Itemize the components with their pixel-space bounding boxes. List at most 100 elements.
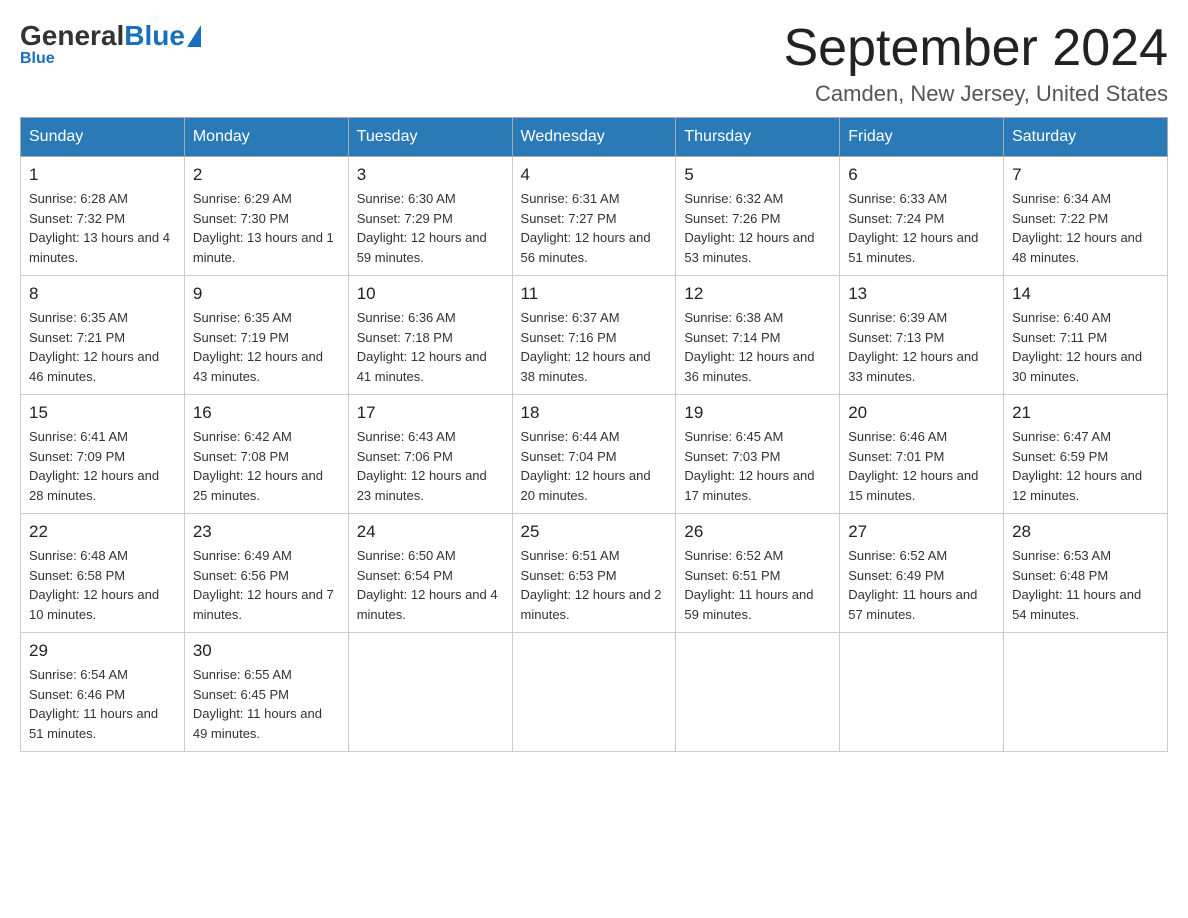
day-info: Sunrise: 6:31 AM Sunset: 7:27 PM Dayligh… bbox=[521, 189, 668, 267]
day-number: 8 bbox=[29, 284, 176, 304]
calendar-day-cell: 11 Sunrise: 6:37 AM Sunset: 7:16 PM Dayl… bbox=[512, 276, 676, 395]
logo: General Blue Blue bbox=[20, 20, 201, 68]
calendar-day-cell: 13 Sunrise: 6:39 AM Sunset: 7:13 PM Dayl… bbox=[840, 276, 1004, 395]
calendar-day-cell: 15 Sunrise: 6:41 AM Sunset: 7:09 PM Dayl… bbox=[21, 395, 185, 514]
calendar-day-cell: 3 Sunrise: 6:30 AM Sunset: 7:29 PM Dayli… bbox=[348, 157, 512, 276]
day-info: Sunrise: 6:30 AM Sunset: 7:29 PM Dayligh… bbox=[357, 189, 504, 267]
calendar-day-cell: 23 Sunrise: 6:49 AM Sunset: 6:56 PM Dayl… bbox=[184, 514, 348, 633]
day-info: Sunrise: 6:46 AM Sunset: 7:01 PM Dayligh… bbox=[848, 427, 995, 505]
calendar-day-cell: 21 Sunrise: 6:47 AM Sunset: 6:59 PM Dayl… bbox=[1004, 395, 1168, 514]
day-info: Sunrise: 6:32 AM Sunset: 7:26 PM Dayligh… bbox=[684, 189, 831, 267]
day-info: Sunrise: 6:38 AM Sunset: 7:14 PM Dayligh… bbox=[684, 308, 831, 386]
day-info: Sunrise: 6:49 AM Sunset: 6:56 PM Dayligh… bbox=[193, 546, 340, 624]
day-info: Sunrise: 6:40 AM Sunset: 7:11 PM Dayligh… bbox=[1012, 308, 1159, 386]
calendar-day-cell: 6 Sunrise: 6:33 AM Sunset: 7:24 PM Dayli… bbox=[840, 157, 1004, 276]
calendar-day-cell: 30 Sunrise: 6:55 AM Sunset: 6:45 PM Dayl… bbox=[184, 633, 348, 752]
day-info: Sunrise: 6:35 AM Sunset: 7:19 PM Dayligh… bbox=[193, 308, 340, 386]
calendar-day-cell: 8 Sunrise: 6:35 AM Sunset: 7:21 PM Dayli… bbox=[21, 276, 185, 395]
day-number: 11 bbox=[521, 284, 668, 304]
calendar-day-cell bbox=[676, 633, 840, 752]
day-number: 28 bbox=[1012, 522, 1159, 542]
day-number: 10 bbox=[357, 284, 504, 304]
logo-triangle-icon bbox=[187, 25, 201, 47]
calendar-day-header: Monday bbox=[184, 118, 348, 157]
day-info: Sunrise: 6:53 AM Sunset: 6:48 PM Dayligh… bbox=[1012, 546, 1159, 624]
day-number: 29 bbox=[29, 641, 176, 661]
calendar-day-cell: 12 Sunrise: 6:38 AM Sunset: 7:14 PM Dayl… bbox=[676, 276, 840, 395]
day-number: 15 bbox=[29, 403, 176, 423]
page-container: General Blue Blue September 2024 Camden,… bbox=[20, 20, 1168, 752]
day-number: 3 bbox=[357, 165, 504, 185]
calendar-day-cell bbox=[512, 633, 676, 752]
calendar-day-cell: 2 Sunrise: 6:29 AM Sunset: 7:30 PM Dayli… bbox=[184, 157, 348, 276]
day-number: 16 bbox=[193, 403, 340, 423]
calendar-day-cell: 27 Sunrise: 6:52 AM Sunset: 6:49 PM Dayl… bbox=[840, 514, 1004, 633]
day-number: 23 bbox=[193, 522, 340, 542]
day-number: 13 bbox=[848, 284, 995, 304]
day-number: 20 bbox=[848, 403, 995, 423]
day-number: 22 bbox=[29, 522, 176, 542]
day-info: Sunrise: 6:42 AM Sunset: 7:08 PM Dayligh… bbox=[193, 427, 340, 505]
calendar-day-header: Wednesday bbox=[512, 118, 676, 157]
calendar-day-cell: 18 Sunrise: 6:44 AM Sunset: 7:04 PM Dayl… bbox=[512, 395, 676, 514]
logo-general: General bbox=[20, 20, 124, 52]
day-info: Sunrise: 6:45 AM Sunset: 7:03 PM Dayligh… bbox=[684, 427, 831, 505]
day-number: 26 bbox=[684, 522, 831, 542]
calendar-day-cell: 26 Sunrise: 6:52 AM Sunset: 6:51 PM Dayl… bbox=[676, 514, 840, 633]
day-info: Sunrise: 6:37 AM Sunset: 7:16 PM Dayligh… bbox=[521, 308, 668, 386]
day-info: Sunrise: 6:33 AM Sunset: 7:24 PM Dayligh… bbox=[848, 189, 995, 267]
calendar-day-cell: 4 Sunrise: 6:31 AM Sunset: 7:27 PM Dayli… bbox=[512, 157, 676, 276]
day-info: Sunrise: 6:35 AM Sunset: 7:21 PM Dayligh… bbox=[29, 308, 176, 386]
day-info: Sunrise: 6:52 AM Sunset: 6:51 PM Dayligh… bbox=[684, 546, 831, 624]
calendar-header-row: SundayMondayTuesdayWednesdayThursdayFrid… bbox=[21, 118, 1168, 157]
calendar-day-cell: 20 Sunrise: 6:46 AM Sunset: 7:01 PM Dayl… bbox=[840, 395, 1004, 514]
day-number: 18 bbox=[521, 403, 668, 423]
day-info: Sunrise: 6:55 AM Sunset: 6:45 PM Dayligh… bbox=[193, 665, 340, 743]
day-info: Sunrise: 6:34 AM Sunset: 7:22 PM Dayligh… bbox=[1012, 189, 1159, 267]
calendar-day-cell: 22 Sunrise: 6:48 AM Sunset: 6:58 PM Dayl… bbox=[21, 514, 185, 633]
calendar-day-cell bbox=[840, 633, 1004, 752]
calendar-day-cell bbox=[348, 633, 512, 752]
day-info: Sunrise: 6:48 AM Sunset: 6:58 PM Dayligh… bbox=[29, 546, 176, 624]
calendar-day-cell: 7 Sunrise: 6:34 AM Sunset: 7:22 PM Dayli… bbox=[1004, 157, 1168, 276]
calendar-day-cell: 10 Sunrise: 6:36 AM Sunset: 7:18 PM Dayl… bbox=[348, 276, 512, 395]
day-info: Sunrise: 6:52 AM Sunset: 6:49 PM Dayligh… bbox=[848, 546, 995, 624]
calendar-day-header: Tuesday bbox=[348, 118, 512, 157]
day-info: Sunrise: 6:47 AM Sunset: 6:59 PM Dayligh… bbox=[1012, 427, 1159, 505]
calendar-week-row: 8 Sunrise: 6:35 AM Sunset: 7:21 PM Dayli… bbox=[21, 276, 1168, 395]
calendar-day-cell: 17 Sunrise: 6:43 AM Sunset: 7:06 PM Dayl… bbox=[348, 395, 512, 514]
calendar-day-header: Friday bbox=[840, 118, 1004, 157]
page-header: General Blue Blue September 2024 Camden,… bbox=[20, 20, 1168, 107]
calendar-day-cell: 14 Sunrise: 6:40 AM Sunset: 7:11 PM Dayl… bbox=[1004, 276, 1168, 395]
calendar-day-cell: 9 Sunrise: 6:35 AM Sunset: 7:19 PM Dayli… bbox=[184, 276, 348, 395]
day-number: 4 bbox=[521, 165, 668, 185]
day-number: 30 bbox=[193, 641, 340, 661]
calendar-day-cell bbox=[1004, 633, 1168, 752]
page-subtitle: Camden, New Jersey, United States bbox=[784, 81, 1169, 107]
logo-blue-part: Blue bbox=[124, 20, 201, 52]
day-number: 9 bbox=[193, 284, 340, 304]
day-number: 17 bbox=[357, 403, 504, 423]
day-info: Sunrise: 6:29 AM Sunset: 7:30 PM Dayligh… bbox=[193, 189, 340, 267]
day-info: Sunrise: 6:43 AM Sunset: 7:06 PM Dayligh… bbox=[357, 427, 504, 505]
day-number: 12 bbox=[684, 284, 831, 304]
calendar-day-cell: 1 Sunrise: 6:28 AM Sunset: 7:32 PM Dayli… bbox=[21, 157, 185, 276]
day-number: 25 bbox=[521, 522, 668, 542]
logo-text: General Blue bbox=[20, 20, 201, 52]
calendar-day-cell: 25 Sunrise: 6:51 AM Sunset: 6:53 PM Dayl… bbox=[512, 514, 676, 633]
day-number: 24 bbox=[357, 522, 504, 542]
day-number: 14 bbox=[1012, 284, 1159, 304]
calendar-week-row: 15 Sunrise: 6:41 AM Sunset: 7:09 PM Dayl… bbox=[21, 395, 1168, 514]
calendar-day-header: Thursday bbox=[676, 118, 840, 157]
calendar-table: SundayMondayTuesdayWednesdayThursdayFrid… bbox=[20, 117, 1168, 752]
day-info: Sunrise: 6:28 AM Sunset: 7:32 PM Dayligh… bbox=[29, 189, 176, 267]
title-block: September 2024 Camden, New Jersey, Unite… bbox=[784, 20, 1169, 107]
day-number: 1 bbox=[29, 165, 176, 185]
calendar-day-cell: 29 Sunrise: 6:54 AM Sunset: 6:46 PM Dayl… bbox=[21, 633, 185, 752]
calendar-day-cell: 19 Sunrise: 6:45 AM Sunset: 7:03 PM Dayl… bbox=[676, 395, 840, 514]
calendar-week-row: 22 Sunrise: 6:48 AM Sunset: 6:58 PM Dayl… bbox=[21, 514, 1168, 633]
calendar-day-cell: 5 Sunrise: 6:32 AM Sunset: 7:26 PM Dayli… bbox=[676, 157, 840, 276]
calendar-day-header: Saturday bbox=[1004, 118, 1168, 157]
day-number: 19 bbox=[684, 403, 831, 423]
day-info: Sunrise: 6:51 AM Sunset: 6:53 PM Dayligh… bbox=[521, 546, 668, 624]
